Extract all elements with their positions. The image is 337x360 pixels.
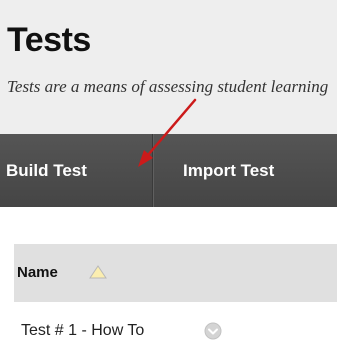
chevron-down-circle-icon[interactable] bbox=[204, 322, 222, 340]
triangle-up-icon[interactable] bbox=[89, 265, 107, 279]
page-title: Tests bbox=[7, 21, 91, 59]
import-test-button[interactable]: Import Test bbox=[155, 134, 335, 207]
page: Tests Tests are a means of assessing stu… bbox=[0, 0, 337, 360]
table-row: Test # 1 - How To bbox=[14, 302, 337, 360]
toolbar-divider bbox=[152, 134, 153, 207]
page-header: Tests Tests are a means of assessing stu… bbox=[0, 0, 337, 134]
page-description: Tests are a means of assessing student l… bbox=[7, 77, 329, 96]
table-header: Name bbox=[14, 244, 337, 302]
build-test-button[interactable]: Build Test bbox=[0, 134, 151, 207]
column-header-label: Name bbox=[17, 264, 58, 281]
column-header-name[interactable]: Name bbox=[17, 244, 58, 302]
action-toolbar: Build Test Import Test bbox=[0, 134, 337, 207]
test-item-link[interactable]: Test # 1 - How To bbox=[21, 302, 144, 360]
